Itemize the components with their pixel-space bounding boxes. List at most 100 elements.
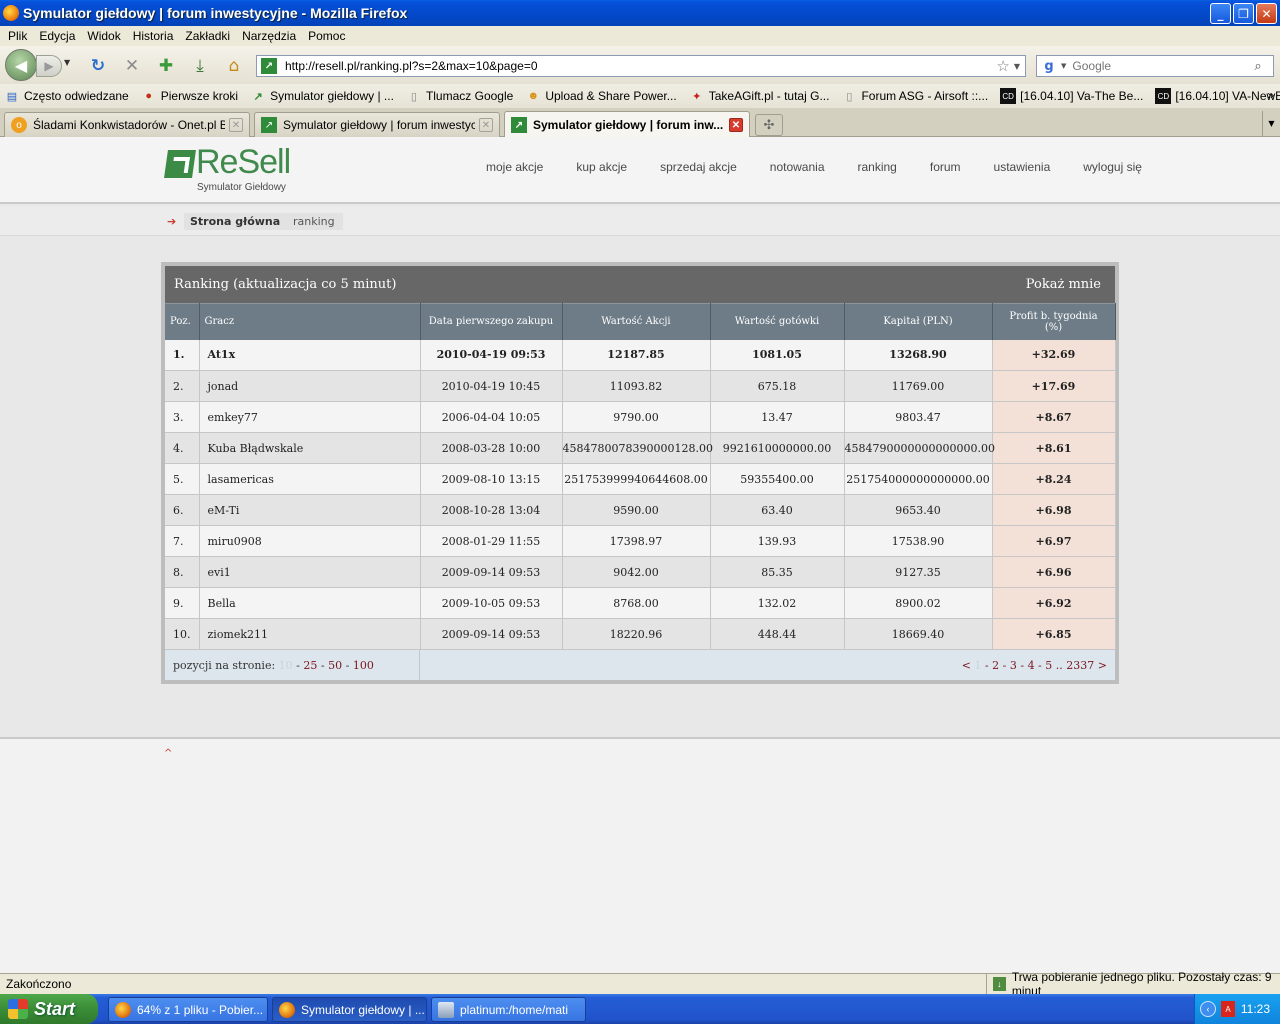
url-text[interactable]: http://resell.pl/ranking.pl?s=2&max=10&p… bbox=[285, 59, 996, 73]
star-icon: ✦ bbox=[692, 90, 702, 103]
col-shares[interactable]: Wartość Akcji bbox=[562, 303, 711, 340]
new-tab-button[interactable]: ✣ bbox=[755, 114, 783, 136]
bookmark-star-icon[interactable]: ☆ bbox=[996, 57, 1009, 75]
bookmark-symulator[interactable]: ↗ Symulator giełdowy | ... bbox=[250, 88, 393, 104]
list-all-tabs-icon[interactable]: ▼ bbox=[1262, 111, 1280, 136]
ranking-title: Ranking (aktualizacja co 5 minut) bbox=[174, 277, 397, 292]
search-bar[interactable]: g ▼ ⌕ bbox=[1036, 55, 1274, 77]
row-capital: 4584790000000000000.00 bbox=[844, 432, 995, 464]
breadcrumb-home[interactable]: Strona główna bbox=[184, 213, 287, 230]
nav-ranking[interactable]: ranking bbox=[858, 160, 897, 174]
table-row: 7. miru0908 2008-01-29 11:55 17398.97 13… bbox=[165, 525, 1116, 557]
history-dropdown-icon[interactable]: ▼ bbox=[64, 58, 70, 67]
nav-sprzedaj-akcje[interactable]: sprzedaj akcje bbox=[660, 160, 737, 174]
bookmark-forum-asg[interactable]: ▯ Forum ASG - Airsoft ::... bbox=[841, 88, 988, 104]
col-player[interactable]: Gracz bbox=[199, 303, 421, 340]
col-date[interactable]: Data pierwszego zakupu bbox=[420, 303, 563, 340]
row-player[interactable]: jonad bbox=[199, 370, 421, 402]
col-capital[interactable]: Kapitał (PLN) bbox=[844, 303, 993, 340]
nav-kup-akcje[interactable]: kup akcje bbox=[576, 160, 627, 174]
menu-plik[interactable]: Plik bbox=[2, 29, 33, 43]
tab-close-icon[interactable]: ✕ bbox=[729, 118, 743, 132]
tab-symulator-1[interactable]: ↗ Symulator giełdowy | forum inwestycyjn… bbox=[254, 112, 500, 137]
row-player[interactable]: Bella bbox=[199, 587, 421, 619]
google-engine-icon[interactable]: g bbox=[1041, 58, 1057, 74]
home-icon[interactable]: ⌂ bbox=[223, 55, 245, 77]
pager-page-5[interactable]: 5 bbox=[1045, 659, 1052, 672]
scroll-top-icon[interactable]: ^ bbox=[164, 748, 172, 759]
row-player[interactable]: eM-Ti bbox=[199, 494, 421, 526]
menu-widok[interactable]: Widok bbox=[81, 29, 126, 43]
pager-page-4[interactable]: 4 bbox=[1028, 659, 1035, 672]
bookmark-pierwsze-kroki[interactable]: ● Pierwsze kroki bbox=[141, 88, 238, 104]
search-icon[interactable]: ⌕ bbox=[1254, 59, 1261, 74]
menu-narzedzia[interactable]: Narzędzia bbox=[236, 29, 302, 43]
start-button[interactable]: Start bbox=[0, 994, 98, 1024]
per-page-100[interactable]: 100 bbox=[353, 659, 374, 672]
row-player[interactable]: miru0908 bbox=[199, 525, 421, 557]
nav-wyloguj[interactable]: wyloguj się bbox=[1083, 160, 1142, 174]
task-downloads[interactable]: 64% z 1 pliku - Pobier... bbox=[108, 997, 268, 1022]
new-tab-icon[interactable]: ✚ bbox=[155, 55, 177, 77]
tab-symulator-active[interactable]: ↗ Symulator giełdowy | forum inw... ✕ bbox=[504, 111, 750, 138]
pager-next[interactable]: > bbox=[1098, 659, 1107, 672]
bookmark-tlumacz[interactable]: ▯ Tlumacz Google bbox=[406, 88, 513, 104]
pager-prev[interactable]: < bbox=[962, 659, 971, 672]
row-player[interactable]: evi1 bbox=[199, 556, 421, 588]
row-player[interactable]: emkey77 bbox=[199, 401, 421, 433]
resell-logo[interactable]: ReSell Symulator Giełdowy bbox=[164, 143, 291, 193]
reload-icon[interactable]: ↻ bbox=[87, 55, 109, 77]
url-bar[interactable]: ↗ http://resell.pl/ranking.pl?s=2&max=10… bbox=[256, 55, 1026, 77]
back-icon[interactable]: ◀ bbox=[5, 49, 37, 81]
per-page-25[interactable]: 25 bbox=[303, 659, 317, 672]
bookmark-va-newele[interactable]: CD[16.04.10] VA-NewEle... bbox=[1155, 88, 1280, 104]
resell-icon: ↗ bbox=[511, 117, 527, 133]
row-player[interactable]: ziomek211 bbox=[199, 618, 421, 650]
url-dropdown-icon[interactable]: ▼ bbox=[1014, 62, 1020, 71]
task-firefox[interactable]: Symulator giełdowy | ... bbox=[272, 997, 427, 1022]
col-pos[interactable]: Poz. bbox=[165, 303, 200, 340]
row-capital: 8900.02 bbox=[844, 587, 993, 619]
bookmark-takeagift[interactable]: ✦ TakeAGift.pl - tutaj G... bbox=[689, 88, 829, 104]
pager-page-2[interactable]: 2 bbox=[992, 659, 999, 672]
row-cash: 59355400.00 bbox=[710, 463, 845, 495]
download-icon[interactable]: ⤓ bbox=[189, 55, 211, 77]
row-player[interactable]: Kuba Błądwskale bbox=[199, 432, 421, 464]
clock[interactable]: 11:23 bbox=[1241, 1002, 1270, 1016]
row-player[interactable]: lasamericas bbox=[199, 463, 421, 495]
pdf-reader-icon[interactable]: A bbox=[1221, 1001, 1235, 1017]
tab-close-icon[interactable]: ✕ bbox=[229, 118, 243, 132]
menu-historia[interactable]: Historia bbox=[127, 29, 180, 43]
col-profit[interactable]: Profit b. tygodnia (%) bbox=[992, 303, 1116, 340]
nav-notowania[interactable]: notowania bbox=[770, 160, 825, 174]
download-status[interactable]: ↓ Trwa pobieranie jednego pliku. Pozosta… bbox=[986, 970, 1280, 998]
close-button[interactable]: ✕ bbox=[1256, 3, 1277, 24]
per-page-50[interactable]: 50 bbox=[328, 659, 342, 672]
col-cash[interactable]: Wartość gotówki bbox=[710, 303, 845, 340]
bookmark-va-the-be[interactable]: CD [16.04.10] Va-The Be... bbox=[1000, 88, 1143, 104]
tray-expand-icon[interactable]: ‹ bbox=[1200, 1001, 1216, 1017]
row-player[interactable]: At1x bbox=[199, 339, 421, 371]
task-terminal[interactable]: platinum:/home/mati bbox=[431, 997, 586, 1022]
bookmarks-more-icon[interactable]: » bbox=[1267, 88, 1274, 102]
pager-last[interactable]: 2337 bbox=[1066, 659, 1094, 672]
tab-close-icon[interactable]: ✕ bbox=[479, 118, 493, 132]
search-input[interactable] bbox=[1072, 59, 1253, 73]
bookmark-czesto[interactable]: ▤ Często odwiedzane bbox=[4, 88, 129, 104]
nav-ustawienia[interactable]: ustawienia bbox=[994, 160, 1051, 174]
tab-onet-blog[interactable]: o Śladami Konkwistadorów - Onet.pl Blog … bbox=[4, 112, 250, 137]
minimize-button[interactable]: _ bbox=[1210, 3, 1231, 24]
stop-icon[interactable]: ✕ bbox=[121, 55, 143, 77]
nav-moje-akcje[interactable]: moje akcje bbox=[486, 160, 543, 174]
search-engine-dropdown-icon[interactable]: ▼ bbox=[1061, 62, 1066, 70]
menu-zakladki[interactable]: Zakładki bbox=[179, 29, 236, 43]
pager-page-3[interactable]: 3 bbox=[1010, 659, 1017, 672]
menu-edycja[interactable]: Edycja bbox=[33, 29, 81, 43]
show-me-link[interactable]: Pokaż mnie bbox=[1026, 277, 1101, 292]
forward-icon[interactable]: ▶ bbox=[36, 55, 62, 77]
bookmark-upload[interactable]: ☻ Upload & Share Power... bbox=[525, 88, 677, 104]
row-pos: 5. bbox=[165, 463, 200, 495]
maximize-button[interactable]: ❐ bbox=[1233, 3, 1254, 24]
nav-forum[interactable]: forum bbox=[930, 160, 961, 174]
menu-pomoc[interactable]: Pomoc bbox=[302, 29, 351, 43]
